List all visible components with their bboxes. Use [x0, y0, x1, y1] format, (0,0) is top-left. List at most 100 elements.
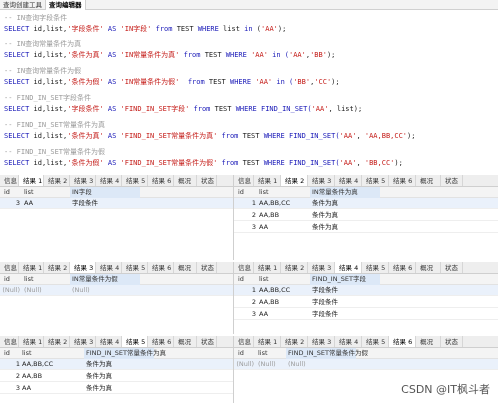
- table-row[interactable]: 1 AA,BB,CC 字段条件: [234, 285, 498, 296]
- column-header-id[interactable]: id: [4, 274, 22, 285]
- tab-result-2[interactable]: 结果 2: [281, 175, 308, 186]
- tab-status[interactable]: 状态: [197, 175, 217, 186]
- tab-profile[interactable]: 概况: [174, 175, 197, 186]
- cell-value[interactable]: (Null): [72, 285, 212, 296]
- sql-comment-line[interactable]: -- FIND_IN_SET字段条件: [4, 93, 91, 103]
- tab-result-3[interactable]: 结果 3: [308, 262, 335, 273]
- tab-result-3[interactable]: 结果 3: [308, 175, 335, 186]
- column-header-list[interactable]: list: [22, 348, 62, 359]
- table-row[interactable]: 1 AA,BB,CC 条件为真: [234, 198, 498, 209]
- tab-result-1[interactable]: 结果 1: [254, 175, 281, 186]
- table-row[interactable]: 3 AA 条件为真: [0, 383, 233, 394]
- column-header-find-in-set-[interactable]: FIND_IN_SET字段: [312, 274, 452, 285]
- tab-result-4[interactable]: 结果 4: [335, 262, 362, 273]
- tab-result-6[interactable]: 结果 6: [389, 262, 416, 273]
- tab-query-builder[interactable]: 查询创建工具: [0, 0, 46, 10]
- tab-info[interactable]: 信息: [0, 336, 19, 347]
- cell-value[interactable]: 条件为真: [86, 359, 226, 370]
- sql-statement-line[interactable]: SELECT id,list,'条件为假' AS 'IN常量条件为假' from…: [4, 77, 340, 87]
- tab-info[interactable]: 信息: [0, 262, 19, 273]
- tab-status[interactable]: 状态: [441, 175, 463, 186]
- column-header-in-[interactable]: IN字段: [72, 187, 172, 198]
- cell-list[interactable]: AA,BB,CC: [259, 198, 305, 209]
- tab-profile[interactable]: 概况: [416, 336, 441, 347]
- tab-result-4[interactable]: 结果 4: [96, 262, 122, 273]
- tab-profile[interactable]: 概况: [174, 336, 197, 347]
- cell-id[interactable]: 1: [0, 359, 20, 370]
- tab-status[interactable]: 状态: [441, 336, 463, 347]
- cell-value[interactable]: 条件为真: [86, 371, 226, 382]
- table-row[interactable]: 1 AA,BB,CC 条件为真: [0, 359, 233, 370]
- column-header-id[interactable]: id: [4, 187, 22, 198]
- sql-editor[interactable]: -- IN查询字段条件 SELECT id,list,'字段条件' AS 'IN字…: [0, 10, 498, 175]
- tab-result-4[interactable]: 结果 4: [335, 336, 362, 347]
- sql-statement-line[interactable]: SELECT id,list,'条件为假' AS 'FIND_IN_SET常量条…: [4, 158, 403, 168]
- table-row[interactable]: (Null) (Null) (Null): [0, 285, 233, 296]
- sql-statement-line[interactable]: SELECT id,list,'字段条件' AS 'FIND_IN_SET字段'…: [4, 104, 362, 114]
- tab-profile[interactable]: 概况: [416, 175, 441, 186]
- cell-list[interactable]: AA,BB,CC: [259, 285, 305, 296]
- tab-result-4[interactable]: 结果 4: [96, 175, 122, 186]
- tab-result-1[interactable]: 结果 1: [19, 336, 44, 347]
- tab-info[interactable]: 信息: [234, 336, 254, 347]
- cell-list[interactable]: AA: [22, 383, 62, 394]
- cell-value[interactable]: 条件为真: [312, 198, 432, 209]
- sql-comment-line[interactable]: -- IN查询字段条件: [4, 13, 67, 23]
- table-row[interactable]: (Null) (Null) (Null): [234, 359, 498, 370]
- cell-list[interactable]: AA: [259, 309, 305, 320]
- column-header-id[interactable]: id: [4, 348, 22, 359]
- tab-result-6[interactable]: 结果 6: [389, 175, 416, 186]
- cell-id[interactable]: 1: [234, 198, 256, 209]
- cell-value[interactable]: 条件为真: [312, 210, 432, 221]
- tab-result-1[interactable]: 结果 1: [254, 262, 281, 273]
- tab-result-1[interactable]: 结果 1: [254, 336, 281, 347]
- tab-result-5[interactable]: 结果 5: [122, 336, 148, 347]
- cell-value[interactable]: 字段条件: [312, 285, 452, 296]
- tab-info[interactable]: 信息: [0, 175, 19, 186]
- tab-info[interactable]: 信息: [234, 175, 254, 186]
- cell-list[interactable]: AA: [24, 198, 64, 209]
- column-header-in-[interactable]: IN常量条件为假: [72, 274, 212, 285]
- cell-list[interactable]: AA,BB: [259, 210, 305, 221]
- cell-id[interactable]: 3: [0, 383, 20, 394]
- tab-result-1[interactable]: 结果 1: [19, 262, 44, 273]
- cell-list[interactable]: AA,BB: [22, 371, 62, 382]
- table-row[interactable]: 2 AA,BB 条件为真: [0, 371, 233, 382]
- column-header-id[interactable]: id: [238, 187, 258, 198]
- sql-comment-line[interactable]: -- IN查询常量条件为假: [4, 66, 81, 76]
- cell-value[interactable]: 条件为真: [312, 222, 432, 233]
- tab-result-4[interactable]: 结果 4: [335, 175, 362, 186]
- tab-result-6[interactable]: 结果 6: [148, 336, 174, 347]
- tab-result-2[interactable]: 结果 2: [44, 336, 70, 347]
- cell-id[interactable]: 3: [234, 309, 256, 320]
- column-header-list[interactable]: list: [259, 187, 305, 198]
- tab-result-5[interactable]: 结果 5: [362, 262, 389, 273]
- sql-comment-line[interactable]: -- IN查询常量条件为真: [4, 39, 81, 49]
- cell-list[interactable]: (Null): [24, 285, 64, 296]
- tab-result-1[interactable]: 结果 1: [19, 175, 44, 186]
- cell-value[interactable]: 字段条件: [312, 309, 452, 320]
- cell-list[interactable]: AA: [259, 222, 305, 233]
- cell-list[interactable]: AA,BB: [259, 297, 305, 308]
- table-row[interactable]: 3 AA 字段条件: [0, 198, 233, 209]
- tab-result-5[interactable]: 结果 5: [362, 336, 389, 347]
- cell-id[interactable]: (Null): [234, 359, 254, 370]
- sql-statement-line[interactable]: SELECT id,list,'条件为真' AS 'FIND_IN_SET常量条…: [4, 131, 415, 141]
- column-header-id[interactable]: id: [238, 274, 258, 285]
- column-header-find-in-set-[interactable]: FIND_IN_SET常量条件为真: [86, 348, 226, 359]
- tab-result-2[interactable]: 结果 2: [44, 175, 70, 186]
- sql-comment-line[interactable]: -- FIND_IN_SET常量条件为真: [4, 120, 105, 130]
- tab-result-3[interactable]: 结果 3: [70, 175, 96, 186]
- column-header-list[interactable]: list: [259, 274, 305, 285]
- cell-value[interactable]: 条件为真: [86, 383, 226, 394]
- cell-value[interactable]: (Null): [288, 359, 448, 370]
- cell-id[interactable]: 2: [234, 210, 256, 221]
- sql-statement-line[interactable]: SELECT id,list,'字段条件' AS 'IN字段' from TES…: [4, 24, 286, 34]
- table-row[interactable]: 2 AA,BB 字段条件: [234, 297, 498, 308]
- cell-value[interactable]: 字段条件: [72, 198, 172, 209]
- tab-result-2[interactable]: 结果 2: [44, 262, 70, 273]
- tab-result-6[interactable]: 结果 6: [148, 175, 174, 186]
- tab-profile[interactable]: 概况: [416, 262, 441, 273]
- column-header-list[interactable]: list: [24, 274, 64, 285]
- table-row[interactable]: 3 AA 条件为真: [234, 222, 498, 233]
